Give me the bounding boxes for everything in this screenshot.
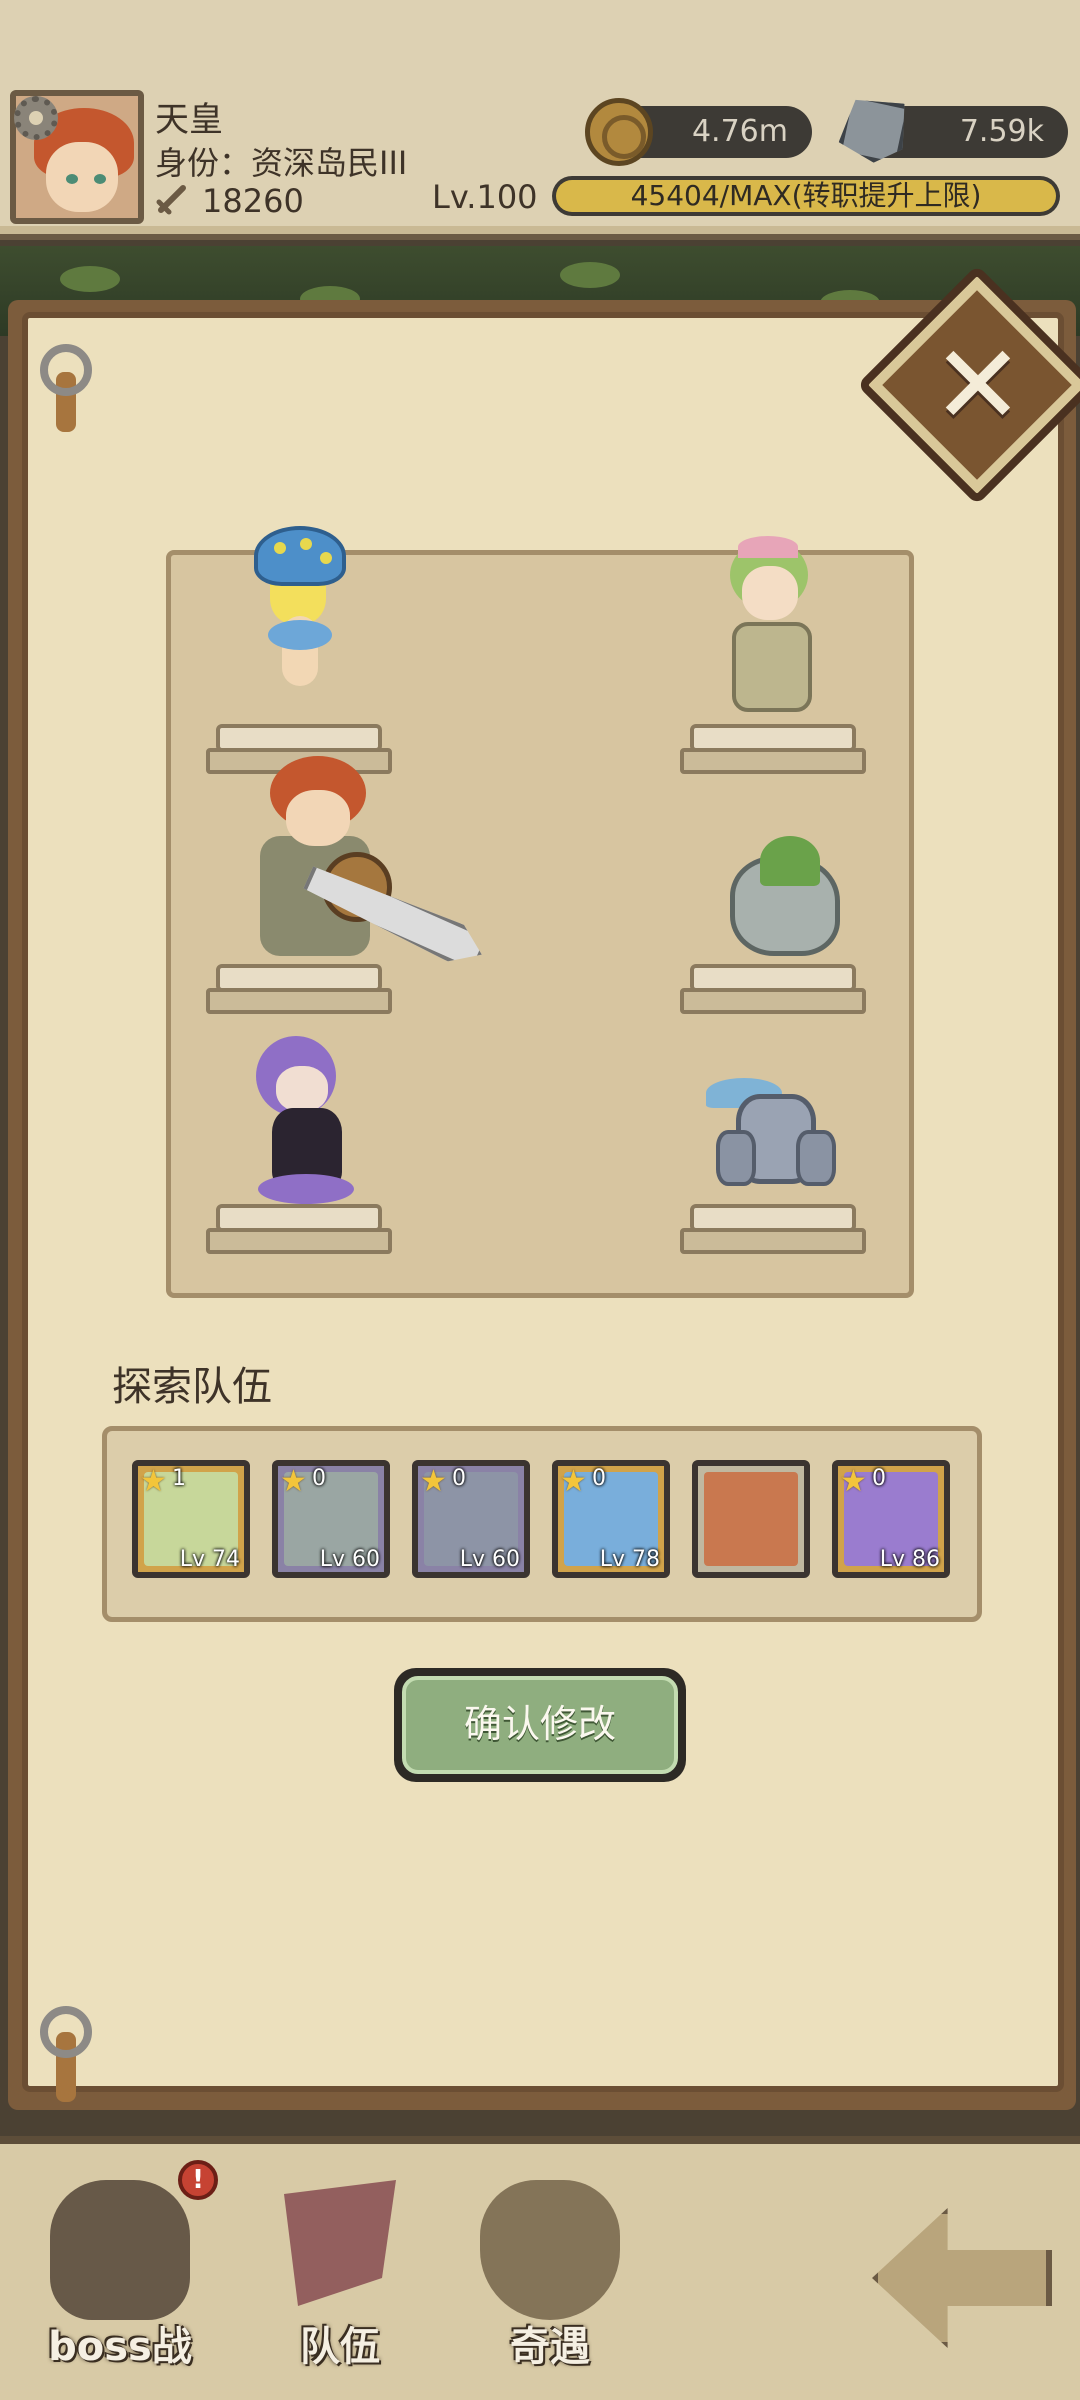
moss-rock-icon[interactable] [720, 826, 860, 966]
coin-icon [585, 98, 653, 166]
slot-level: Lv 60 [319, 1547, 380, 1572]
team-title: 探索队伍 [112, 1364, 272, 1410]
team-slot-sword-hero[interactable] [692, 1460, 810, 1578]
team-slot-green-hair-girl[interactable]: ★ 1 Lv 74 [132, 1460, 250, 1578]
star-icon: ★ [840, 1464, 867, 1499]
green-hair-girl-icon[interactable] [716, 536, 826, 726]
leaf-decoration [560, 262, 620, 288]
power-value: 18260 [202, 182, 304, 220]
star-icon: ★ [280, 1464, 307, 1499]
nav-adventure[interactable]: 奇遇 [450, 2160, 650, 2380]
team-slot-squid-girl[interactable]: ★ 0 Lv 86 [832, 1460, 950, 1578]
skull-icon [50, 2180, 190, 2320]
slot-star-count: 0 [872, 1466, 886, 1491]
team-slot-stone-golem[interactable]: ★ 0 Lv 60 [412, 1460, 530, 1578]
pedestal-front-3[interactable] [206, 1204, 392, 1256]
sword-power-icon [156, 185, 186, 215]
leaf-decoration [60, 266, 120, 292]
pedestal-back-2[interactable] [680, 964, 866, 1016]
mushroom-girl-icon[interactable] [250, 520, 350, 720]
player-title: 身份：资深岛民III [155, 144, 408, 182]
confirm-label: 确认修改 [402, 1676, 678, 1774]
flag-icon [284, 2180, 396, 2306]
close-icon[interactable]: ✕ [918, 320, 1038, 450]
nav-label-team: 队伍 [300, 2324, 380, 2370]
avatar-eye [94, 174, 106, 184]
slot-star-count: 1 [172, 1466, 186, 1491]
pedestal-back-1[interactable] [680, 724, 866, 776]
avatar-eye [66, 174, 78, 184]
player-level: Lv.100 [432, 178, 538, 216]
team-slot-moss-rock[interactable]: ★ 0 Lv 60 [272, 1460, 390, 1578]
nav-team[interactable]: 队伍 [240, 2160, 440, 2380]
squid-girl-icon[interactable] [250, 1032, 360, 1204]
sword-hero-icon[interactable] [230, 756, 440, 966]
slot-star-count: 0 [592, 1466, 606, 1491]
notification-badge: ! [178, 2160, 218, 2200]
slot-star-count: 0 [312, 1466, 326, 1491]
exp-text: 45404/MAX(转职提升上限) [630, 179, 982, 212]
star-icon: ★ [420, 1464, 447, 1499]
ring-icon [40, 344, 92, 396]
confirm-button[interactable]: 确认修改 [394, 1668, 686, 1782]
slot-level: Lv 74 [179, 1547, 240, 1572]
stone-golem-icon[interactable] [706, 1070, 836, 1200]
pedestal-back-3[interactable] [680, 1204, 866, 1256]
nav-label-adventure: 奇遇 [510, 2324, 590, 2370]
slot-level: Lv 78 [599, 1547, 660, 1572]
slot-level: Lv 60 [459, 1547, 520, 1572]
player-name: 天皇 [155, 100, 223, 140]
gear-icon[interactable] [14, 96, 58, 140]
pedestal-front-2[interactable] [206, 964, 392, 1016]
slot-level: Lv 86 [879, 1547, 940, 1572]
avatar-face [46, 142, 118, 212]
star-icon: ★ [140, 1464, 167, 1499]
star-icon: ★ [560, 1464, 587, 1499]
slot-star-count: 0 [452, 1466, 466, 1491]
team-slot-mushroom-girl[interactable]: ★ 0 Lv 78 [552, 1460, 670, 1578]
nav-label-boss: boss战 [48, 2324, 192, 2370]
money-bag-icon [480, 2180, 620, 2320]
ring-icon [40, 2006, 92, 2058]
